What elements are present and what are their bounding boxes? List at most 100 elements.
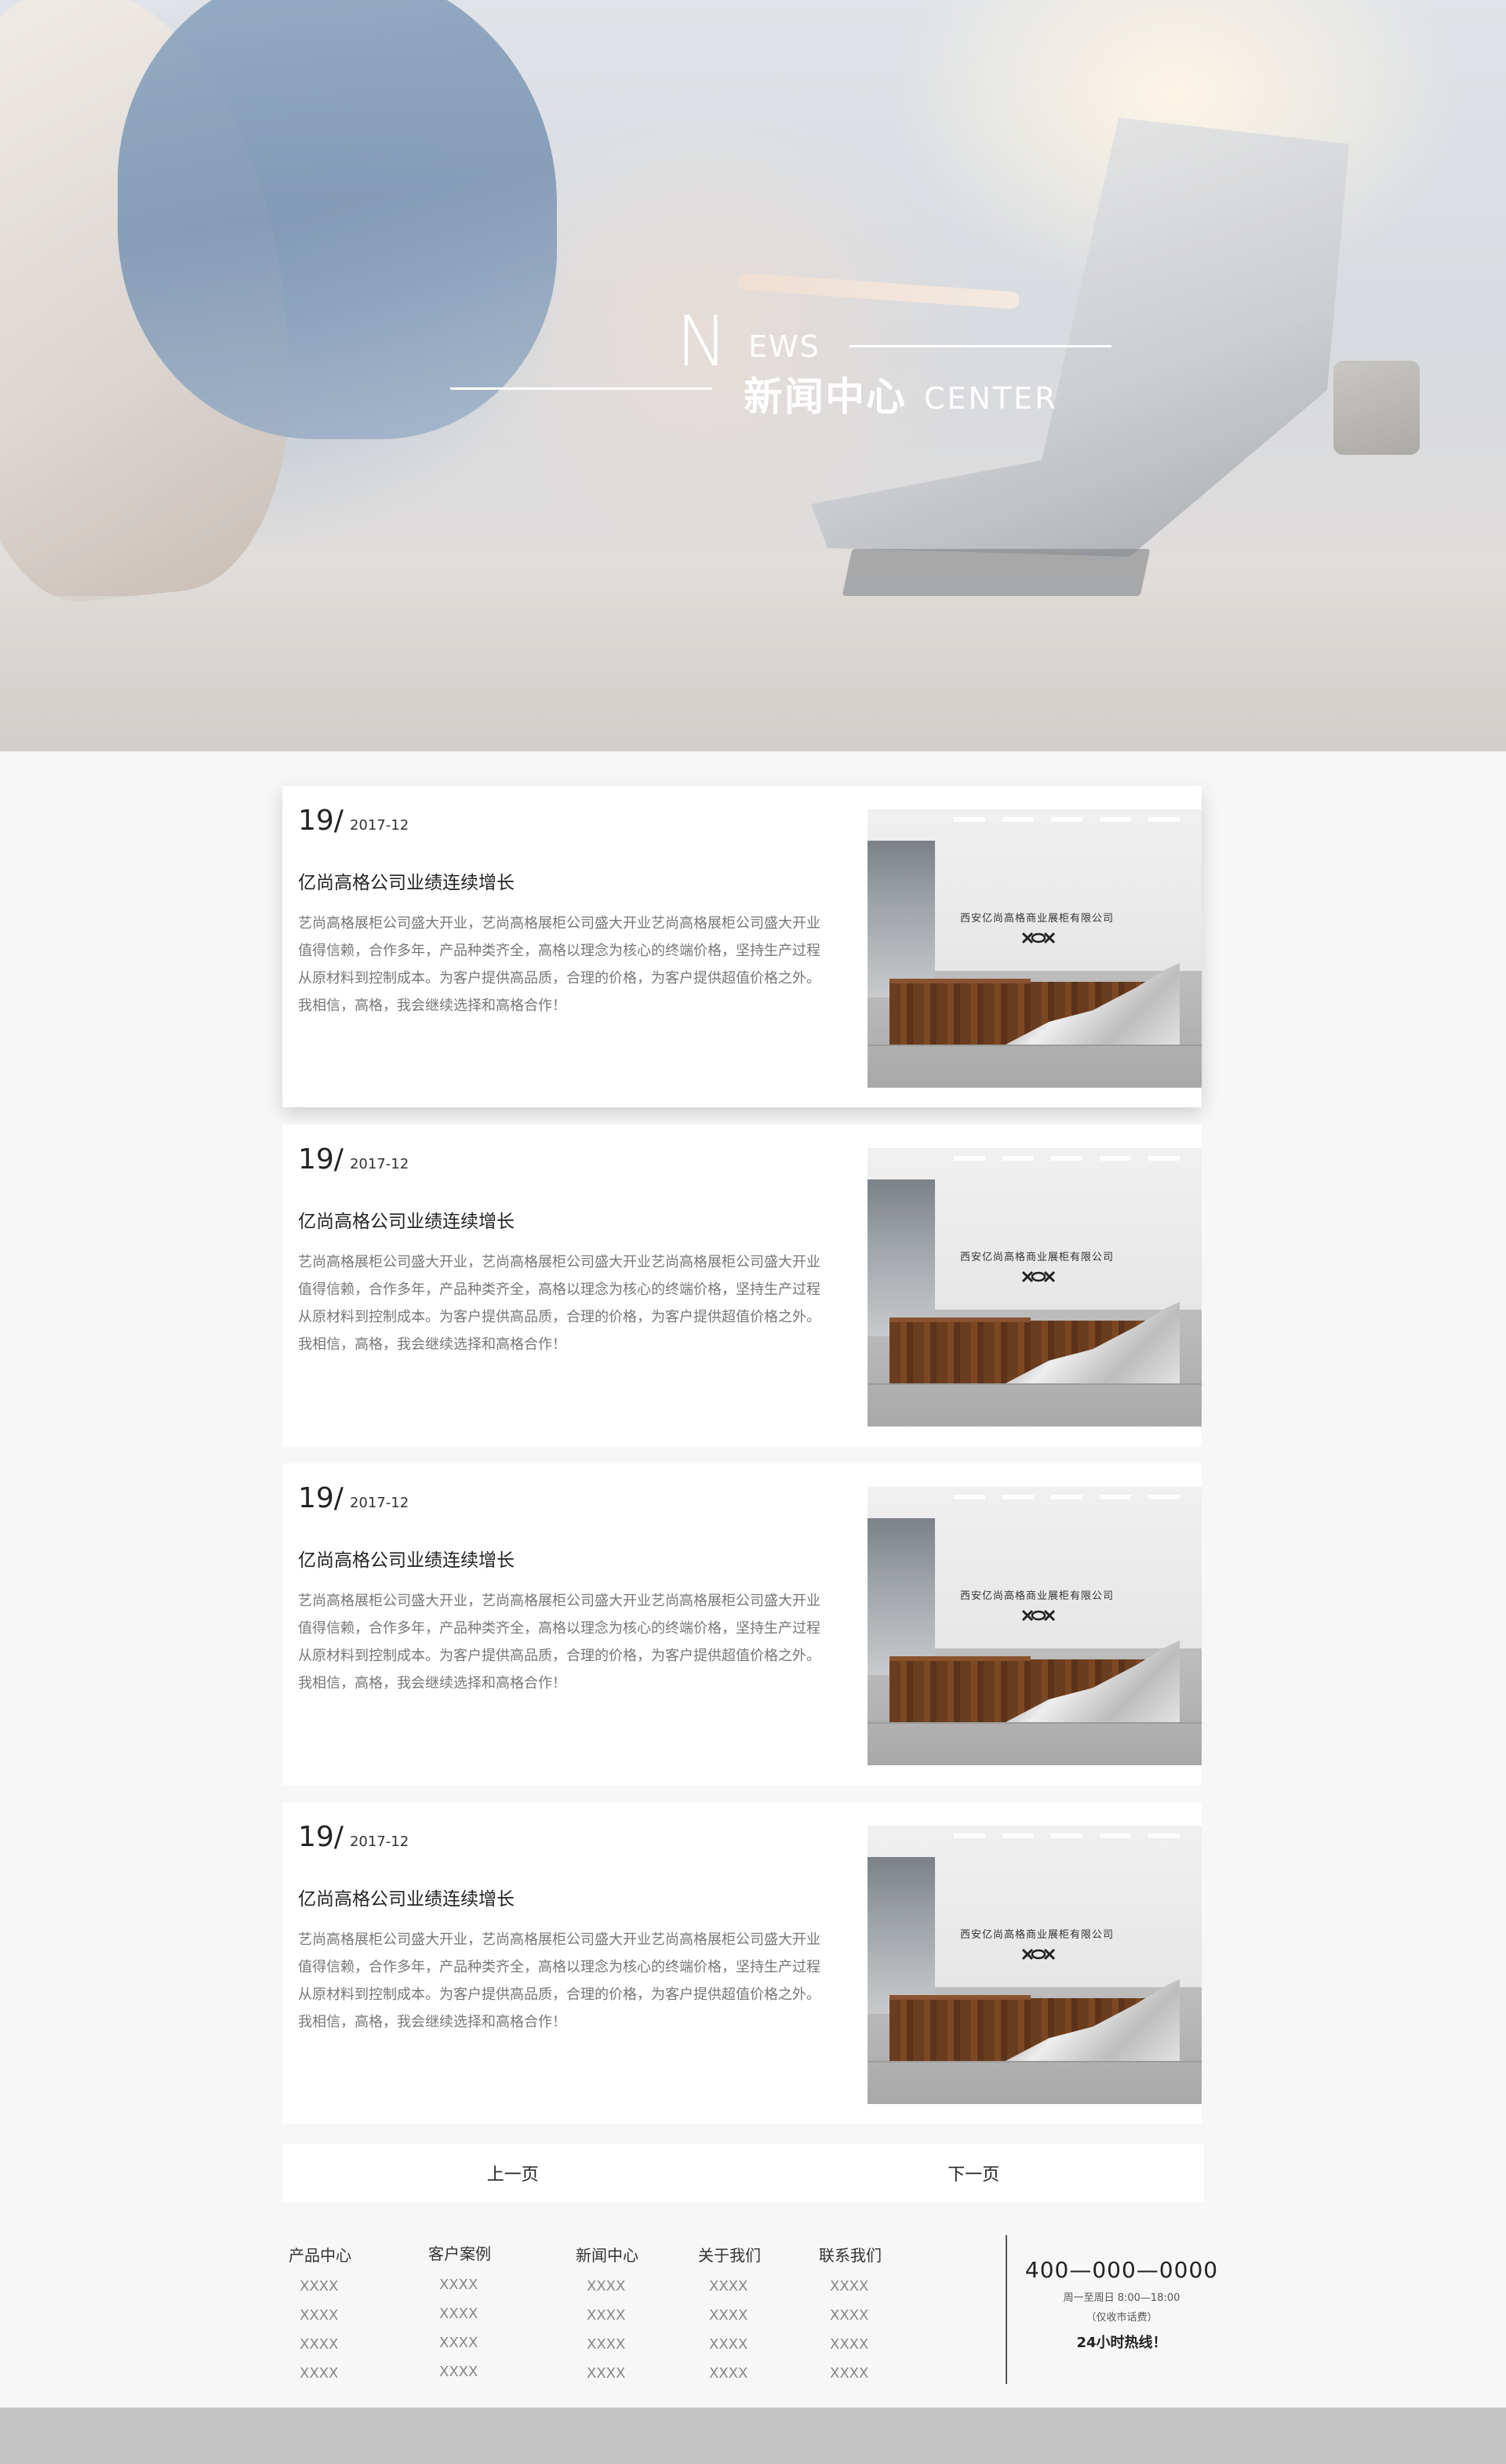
footer-link[interactable]: XXXX [289, 2336, 351, 2353]
news-title[interactable]: 亿尚高格公司业绩连续增长 [298, 1884, 515, 1910]
news-thumbnail[interactable]: 西安亿尚高格商业展柜有限公司 [868, 1826, 1202, 2104]
footer-link[interactable]: XXXX [698, 2278, 761, 2295]
news-date-year-month: 2017-12 [349, 817, 409, 834]
news-summary: 艺尚高格展柜公司盛大开业，艺尚高格展柜公司盛大开业艺尚高格展柜公司盛大开业值得信… [298, 1932, 820, 2030]
news-list: 19/ 2017-12 亿尚高格公司业绩连续增长 艺尚高格展柜公司盛大开业，艺尚… [282, 786, 1202, 2141]
news-date: 19/ 2017-12 [298, 1482, 409, 1514]
thumbnail-ceiling-lights [954, 1833, 1197, 1838]
footer-link[interactable]: XXXX [428, 2277, 491, 2293]
thumbnail-ceiling-lights [954, 1156, 1197, 1161]
news-date: 19/ 2017-12 [298, 805, 409, 837]
thumbnail-floor-line [868, 1383, 1202, 1385]
thumbnail-floor-line [868, 1045, 1202, 1046]
thumbnail-office-side [868, 1179, 935, 1336]
footer-column-cases: 客户案例 XXXX XXXX XXXX XXXX [428, 2241, 491, 2380]
footer-link[interactable]: XXXX [819, 2336, 882, 2353]
footer-link[interactable]: XXXX [289, 2278, 351, 2295]
hotline-note: （仅收市话费） [1086, 2312, 1158, 2324]
hotline-block: 400—000—0000 周一至周日 8:00—18:00 （仅收市话费） 24… [1020, 2257, 1224, 2352]
thumbnail-desk-top [889, 979, 1031, 983]
news-item[interactable]: 19/ 2017-12 亿尚高格公司业绩连续增长 艺尚高格展柜公司盛大开业，艺尚… [282, 1463, 1202, 1785]
thumbnail-floor-line [868, 2061, 1202, 2062]
hero-title-en: CENTER [924, 381, 1058, 416]
thumbnail-desk-top [889, 1995, 1031, 2000]
thumbnail-desk-top [889, 1317, 1031, 1322]
news-item[interactable]: 19/ 2017-12 亿尚高格公司业绩连续增长 艺尚高格展柜公司盛大开业，艺尚… [282, 1802, 1202, 2124]
news-thumbnail[interactable]: 西安亿尚高格商业展柜有限公司 [868, 809, 1202, 1088]
footer-link[interactable]: XXXX [698, 2307, 761, 2324]
news-date-day: 19/ [298, 1143, 344, 1176]
thumbnail-ceiling-lights [954, 1495, 1197, 1499]
footer-column-heading[interactable]: 产品中心 [289, 2243, 351, 2266]
news-date-year-month: 2017-12 [349, 1156, 409, 1172]
footer-link[interactable]: XXXX [819, 2365, 882, 2382]
hero-decor-line-bottom [450, 387, 712, 390]
footer-link[interactable]: XXXX [289, 2365, 351, 2382]
hotline-label: 24小时热线！ [1076, 2335, 1167, 2351]
news-summary: 艺尚高格展柜公司盛大开业，艺尚高格展柜公司盛大开业艺尚高格展柜公司盛大开业值得信… [298, 1593, 820, 1692]
news-item[interactable]: 19/ 2017-12 亿尚高格公司业绩连续增长 艺尚高格展柜公司盛大开业，艺尚… [282, 786, 1202, 1107]
footer-link[interactable]: XXXX [698, 2365, 761, 2382]
hero-title-group: N EWS 新闻中心 CENTER [0, 0, 1506, 751]
footer-link[interactable]: XXXX [576, 2307, 638, 2324]
thumbnail-ceiling-lights [954, 817, 1197, 822]
footer-link[interactable]: XXXX [819, 2278, 882, 2295]
footer-link[interactable]: XXXX [428, 2335, 491, 2351]
company-logo-icon [1021, 1609, 1056, 1622]
prev-page-button[interactable]: 上一页 [282, 2144, 744, 2202]
bottom-bar [0, 2408, 1506, 2464]
footer-link[interactable]: XXXX [698, 2336, 761, 2353]
footer-link[interactable]: XXXX [576, 2336, 638, 2353]
news-date-day: 19/ [298, 805, 344, 837]
hero-decor-line-top [849, 345, 1111, 347]
hotline-hours: 周一至周日 8:00—18:00 [1063, 2292, 1180, 2304]
news-item[interactable]: 19/ 2017-12 亿尚高格公司业绩连续增长 艺尚高格展柜公司盛大开业，艺尚… [282, 1125, 1202, 1446]
news-date-day: 19/ [298, 1482, 344, 1514]
news-title[interactable]: 亿尚高格公司业绩连续增长 [298, 1206, 515, 1233]
pagination: 上一页 下一页 [282, 2144, 1204, 2202]
news-date-year-month: 2017-12 [349, 1833, 409, 1850]
hero-title-initial: N [676, 301, 728, 382]
thumbnail-company-sign: 西安亿尚高格商业展柜有限公司 [959, 1590, 1114, 1602]
footer-column-news: 新闻中心 XXXX XXXX XXXX XXXX [576, 2243, 638, 2382]
company-logo-icon [1021, 1948, 1056, 1961]
footer-link[interactable]: XXXX [289, 2307, 351, 2324]
thumbnail-desk-top [889, 1656, 1031, 1661]
news-title[interactable]: 亿尚高格公司业绩连续增长 [298, 1545, 515, 1572]
news-summary: 艺尚高格展柜公司盛大开业，艺尚高格展柜公司盛大开业艺尚高格展柜公司盛大开业值得信… [298, 1254, 820, 1353]
thumbnail-company-sign: 西安亿尚高格商业展柜有限公司 [959, 1929, 1114, 1941]
thumbnail-floor-line [868, 1722, 1202, 1724]
footer-link[interactable]: XXXX [576, 2278, 638, 2295]
footer-column-heading[interactable]: 客户案例 [428, 2241, 491, 2264]
hero-banner: N EWS 新闻中心 CENTER [0, 0, 1506, 751]
news-title[interactable]: 亿尚高格公司业绩连续增长 [298, 867, 515, 894]
footer-column-heading[interactable]: 关于我们 [698, 2243, 761, 2266]
footer-column-contact: 联系我们 XXXX XXXX XXXX XXXX [819, 2243, 882, 2382]
news-thumbnail[interactable]: 西安亿尚高格商业展柜有限公司 [868, 1487, 1202, 1765]
footer-link[interactable]: XXXX [428, 2364, 491, 2380]
footer-link[interactable]: XXXX [428, 2306, 491, 2322]
hero-title-word-rest: EWS [748, 329, 820, 364]
thumbnail-office-side [868, 1857, 935, 2014]
footer-column-heading[interactable]: 新闻中心 [576, 2243, 638, 2266]
footer-link[interactable]: XXXX [576, 2365, 638, 2382]
footer: 产品中心 XXXX XXXX XXXX XXXX 客户案例 XXXX XXXX … [0, 2202, 1506, 2408]
thumbnail-office-side [868, 1518, 935, 1675]
company-logo-icon [1021, 1270, 1056, 1283]
footer-link[interactable]: XXXX [819, 2307, 882, 2324]
news-date-day: 19/ [298, 1821, 344, 1853]
news-date-year-month: 2017-12 [349, 1495, 409, 1511]
thumbnail-company-sign: 西安亿尚高格商业展柜有限公司 [959, 913, 1114, 925]
news-summary: 艺尚高格展柜公司盛大开业，艺尚高格展柜公司盛大开业艺尚高格展柜公司盛大开业值得信… [298, 915, 820, 1014]
thumbnail-office-side [868, 841, 935, 998]
hotline-phone-number[interactable]: 400—000—0000 [1020, 2257, 1224, 2283]
footer-divider [1006, 2235, 1007, 2384]
footer-column-products: 产品中心 XXXX XXXX XXXX XXXX [289, 2243, 351, 2382]
footer-column-heading[interactable]: 联系我们 [819, 2243, 882, 2266]
next-page-button[interactable]: 下一页 [744, 2144, 1205, 2202]
footer-column-about: 关于我们 XXXX XXXX XXXX XXXX [698, 2243, 761, 2382]
news-thumbnail[interactable]: 西安亿尚高格商业展柜有限公司 [868, 1148, 1202, 1426]
hero-title-cn: 新闻中心 [744, 374, 907, 420]
news-date: 19/ 2017-12 [298, 1821, 409, 1853]
company-logo-icon [1021, 932, 1056, 944]
